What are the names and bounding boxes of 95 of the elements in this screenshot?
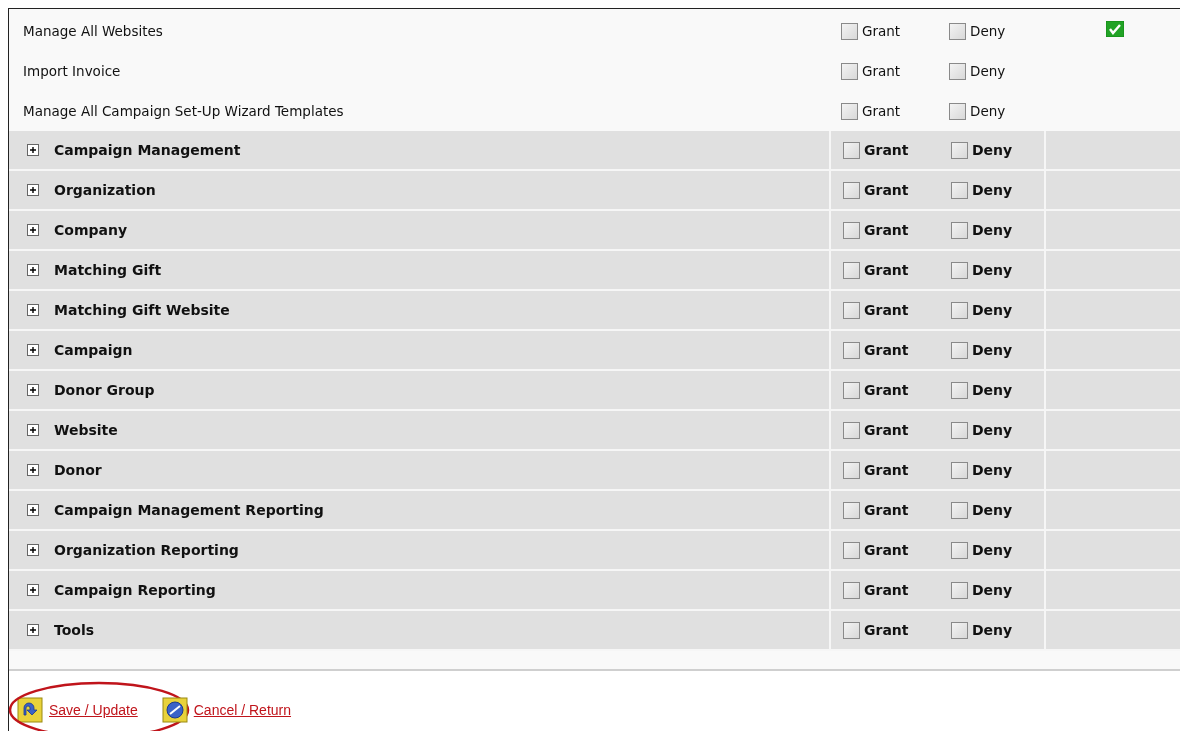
- checkbox[interactable]: [841, 102, 858, 120]
- checkbox[interactable]: [951, 381, 968, 399]
- deny-label: Deny: [972, 220, 1013, 240]
- checkbox[interactable]: [951, 621, 968, 639]
- expand-icon[interactable]: [27, 504, 39, 516]
- expand-icon[interactable]: [27, 424, 39, 436]
- deny-label: Deny: [970, 21, 1006, 41]
- expand-icon[interactable]: [27, 184, 39, 196]
- deny-label: Deny: [972, 180, 1013, 200]
- group-label: Donor Group: [54, 380, 155, 400]
- grant-label: Grant: [862, 61, 901, 81]
- group-label: Campaign Management Reporting: [54, 500, 324, 520]
- checkbox[interactable]: [951, 301, 968, 319]
- deny-label: Deny: [972, 340, 1013, 360]
- checkbox[interactable]: [951, 341, 968, 359]
- grant-label: Grant: [864, 380, 909, 400]
- checkbox[interactable]: [843, 301, 860, 319]
- group-label: Company: [54, 220, 128, 240]
- checkbox[interactable]: [951, 261, 968, 279]
- group-label: Matching Gift: [54, 260, 162, 280]
- deny-label: Deny: [970, 101, 1006, 121]
- group-label: Campaign Management: [54, 140, 241, 160]
- deny-label: Deny: [972, 260, 1013, 280]
- checkbox[interactable]: [951, 501, 968, 519]
- checkbox[interactable]: [843, 501, 860, 519]
- checkbox[interactable]: [843, 461, 860, 479]
- checkbox[interactable]: [843, 621, 860, 639]
- group-label: Website: [54, 420, 118, 440]
- checkbox[interactable]: [951, 461, 968, 479]
- grant-label: Grant: [864, 180, 909, 200]
- permission-label: Manage All Campaign Set-Up Wizard Templates: [23, 101, 344, 121]
- group-label: Matching Gift Website: [54, 300, 230, 320]
- checkbox[interactable]: [843, 261, 860, 279]
- expand-icon[interactable]: [27, 264, 39, 276]
- grant-label: Grant: [864, 220, 909, 240]
- checkbox[interactable]: [843, 581, 860, 599]
- permission-label: Manage All Websites: [23, 21, 163, 41]
- grant-label: Grant: [864, 540, 909, 560]
- grant-label: Grant: [864, 420, 909, 440]
- checkbox[interactable]: [843, 221, 860, 239]
- checkbox[interactable]: [949, 22, 966, 40]
- checkbox[interactable]: [949, 102, 966, 120]
- grant-label: Grant: [864, 580, 909, 600]
- grant-label: Grant: [864, 500, 909, 520]
- checkbox[interactable]: [951, 421, 968, 439]
- checkbox[interactable]: [843, 341, 860, 359]
- checkbox[interactable]: [951, 581, 968, 599]
- grant-label: Grant: [864, 340, 909, 360]
- no-entry-icon: [161, 697, 188, 723]
- expand-icon[interactable]: [27, 544, 39, 556]
- grant-label: Grant: [862, 21, 901, 41]
- grant-label: Grant: [864, 300, 909, 320]
- checkbox[interactable]: [951, 541, 968, 559]
- checkbox[interactable]: [951, 141, 968, 159]
- group-label: Campaign: [54, 340, 133, 360]
- deny-label: Deny: [972, 500, 1013, 520]
- expand-icon[interactable]: [27, 464, 39, 476]
- expand-icon[interactable]: [27, 624, 39, 636]
- group-label: Tools: [54, 620, 95, 640]
- group-label: Donor: [54, 460, 102, 480]
- deny-label: Deny: [972, 420, 1013, 440]
- checkbox[interactable]: [951, 181, 968, 199]
- group-label: Organization Reporting: [54, 540, 239, 560]
- permission-label: Import Invoice: [23, 61, 121, 81]
- checkbox[interactable]: [843, 421, 860, 439]
- deny-label: Deny: [970, 61, 1006, 81]
- checkbox[interactable]: [843, 541, 860, 559]
- deny-label: Deny: [972, 380, 1013, 400]
- checkbox[interactable]: [841, 62, 858, 80]
- deny-label: Deny: [972, 140, 1013, 160]
- expand-icon[interactable]: [27, 304, 39, 316]
- cancel-link[interactable]: Cancel / Return: [193, 699, 291, 721]
- checkbox[interactable]: [841, 22, 858, 40]
- checkbox[interactable]: [951, 221, 968, 239]
- expand-icon[interactable]: [27, 224, 39, 236]
- grant-label: Grant: [862, 101, 901, 121]
- deny-label: Deny: [972, 460, 1013, 480]
- group-label: Organization: [54, 180, 156, 200]
- checkbox[interactable]: [843, 181, 860, 199]
- grant-label: Grant: [864, 140, 909, 160]
- expand-icon[interactable]: [27, 144, 39, 156]
- deny-label: Deny: [972, 300, 1013, 320]
- expand-icon[interactable]: [27, 384, 39, 396]
- grant-label: Grant: [864, 260, 909, 280]
- expand-icon[interactable]: [27, 584, 39, 596]
- expand-icon[interactable]: [27, 344, 39, 356]
- group-label: Campaign Reporting: [54, 580, 216, 600]
- checkbox[interactable]: [949, 62, 966, 80]
- deny-label: Deny: [972, 540, 1013, 560]
- checkbox[interactable]: [843, 141, 860, 159]
- deny-label: Deny: [972, 620, 1013, 640]
- grant-label: Grant: [864, 460, 909, 480]
- deny-label: Deny: [972, 580, 1013, 600]
- checkbox[interactable]: [843, 381, 860, 399]
- grant-label: Grant: [864, 620, 909, 640]
